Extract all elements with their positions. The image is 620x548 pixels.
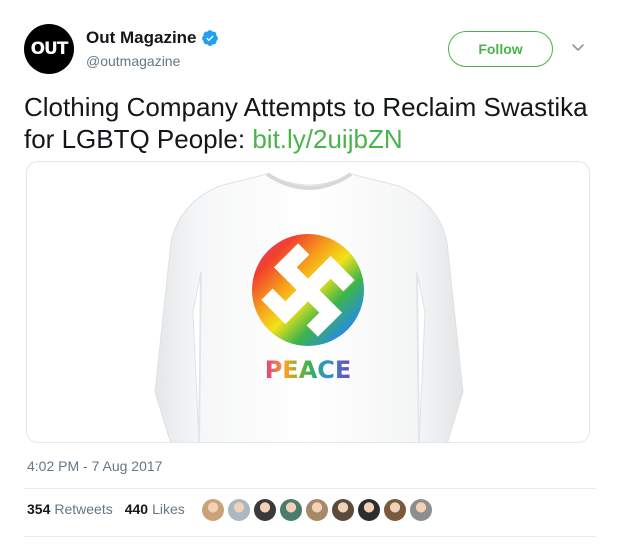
author-handle[interactable]: @outmagazine (86, 53, 180, 69)
liker-avatar[interactable] (332, 499, 354, 521)
liker-avatars (202, 499, 436, 521)
tweet-link[interactable]: bit.ly/2uijbZN (252, 124, 402, 154)
likes-stat[interactable]: 440 Likes (125, 501, 185, 517)
follow-button[interactable]: Follow (448, 31, 553, 67)
retweets-label: Retweets (54, 501, 113, 517)
tweet-media-image[interactable]: PEACE (26, 161, 590, 443)
divider-bottom (24, 536, 596, 537)
likes-count: 440 (124, 501, 149, 517)
retweets-stat[interactable]: 354 Retweets (27, 501, 113, 517)
tweet-header: OUT Out Magazine @outmagazine Follow (24, 24, 596, 76)
tweet-text: Clothing Company Attempts to Reclaim Swa… (24, 91, 596, 155)
divider-top (24, 488, 596, 489)
tweet-timestamp[interactable]: 4:02 PM - 7 Aug 2017 (27, 458, 162, 474)
liker-avatar[interactable] (358, 499, 380, 521)
author-avatar[interactable]: OUT (24, 24, 74, 74)
liker-avatar[interactable] (202, 499, 224, 521)
liker-avatar[interactable] (254, 499, 276, 521)
liker-avatar[interactable] (306, 499, 328, 521)
shirt-print-text: PEACE (265, 356, 352, 384)
liker-avatar[interactable] (384, 499, 406, 521)
retweets-count: 354 (27, 501, 51, 517)
liker-avatar[interactable] (410, 499, 432, 521)
tweet-stats: 354 Retweets 440 Likes (27, 501, 197, 517)
name-row: Out Magazine (86, 28, 219, 48)
sweatshirt-image: PEACE (154, 172, 464, 442)
author-display-name[interactable]: Out Magazine (86, 28, 197, 48)
chevron-down-icon[interactable] (570, 39, 586, 55)
likes-label: Likes (152, 501, 185, 517)
liker-avatar[interactable] (228, 499, 250, 521)
verified-badge-icon (201, 30, 218, 46)
liker-avatar[interactable] (280, 499, 302, 521)
